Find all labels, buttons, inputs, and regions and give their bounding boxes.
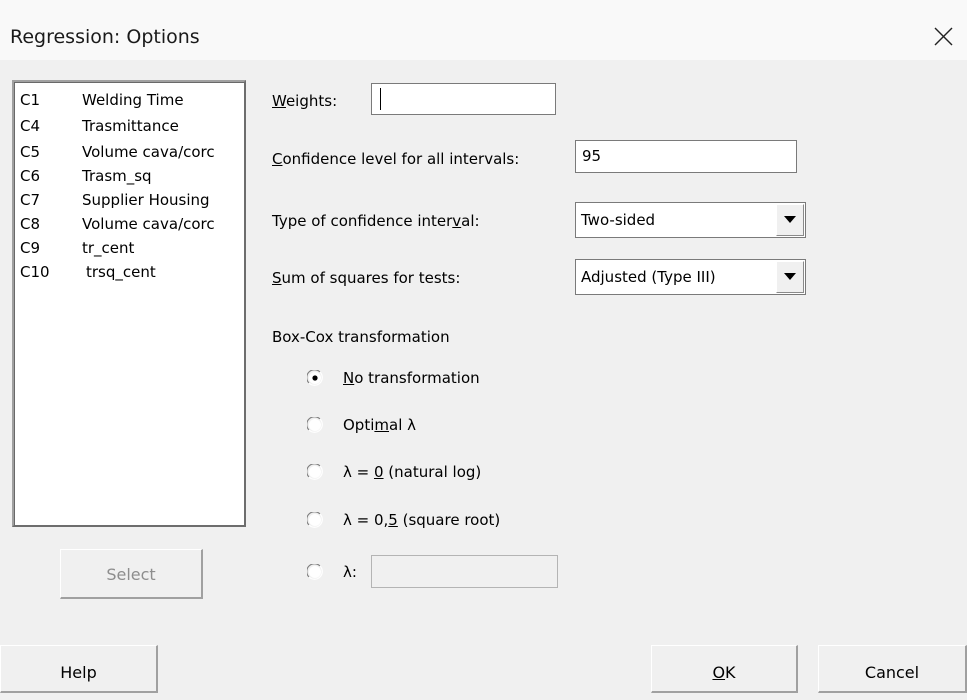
list-item[interactable]: C6 Trasm_sq (20, 166, 152, 186)
radio-unselected-icon (307, 512, 323, 528)
interval-type-label: Type of confidence interval: (272, 212, 480, 230)
list-item[interactable]: C10 trsq_cent (20, 262, 156, 282)
variable-name: Supplier Housing (82, 191, 210, 209)
radio-label: λ: (343, 563, 357, 581)
radio-unselected-icon (307, 464, 323, 480)
variable-column-id: C6 (20, 167, 41, 185)
radio-unselected-icon (307, 564, 323, 580)
variable-column-id: C5 (20, 143, 41, 161)
boxcox-heading: Box-Cox transformation (272, 328, 450, 346)
radio-unselected-icon (307, 417, 323, 433)
list-item[interactable]: C7 Supplier Housing (20, 190, 210, 210)
list-item[interactable]: C8 Volume cava/corc (20, 214, 215, 234)
variable-name: Volume cava/corc (82, 143, 215, 161)
lambda-value-input[interactable] (371, 555, 558, 588)
radio-label: No transformation (343, 369, 480, 387)
variable-name: Trasmittance (82, 117, 179, 135)
radio-label: λ = 0 (natural log) (343, 463, 482, 481)
chevron-down-icon (784, 273, 796, 280)
close-icon (934, 27, 953, 46)
confidence-level-label: Confidence level for all intervals: (272, 150, 520, 168)
confidence-level-input[interactable]: 95 (575, 140, 797, 173)
text-caret (380, 88, 381, 110)
cancel-button[interactable]: Cancel (818, 645, 967, 693)
radio-label: λ = 0,5 (square root) (343, 511, 501, 529)
weights-input[interactable] (371, 83, 556, 115)
list-item[interactable]: C1 Welding Time (20, 90, 184, 110)
sum-of-squares-select[interactable]: Adjusted (Type III) (575, 259, 806, 295)
dialog-title: Regression: Options (10, 26, 200, 48)
variable-column-id: C7 (20, 191, 41, 209)
interval-type-select[interactable]: Two-sided (575, 202, 806, 238)
chevron-down-icon (784, 216, 796, 223)
list-item[interactable]: C9 tr_cent (20, 238, 134, 258)
interval-type-value: Two-sided (581, 211, 656, 229)
title-bar: Regression: Options (0, 0, 967, 60)
variable-column-id: C1 (20, 91, 41, 109)
variable-name: Volume cava/corc (82, 215, 215, 233)
close-button[interactable] (926, 18, 962, 54)
sum-of-squares-value: Adjusted (Type III) (581, 268, 716, 286)
variable-column-id: C9 (20, 239, 41, 257)
weights-label: Weights: (272, 92, 338, 110)
list-item[interactable]: C4 Trasmittance (20, 116, 179, 136)
dropdown-button[interactable] (776, 261, 804, 293)
variable-name: trsq_cent (86, 263, 156, 281)
list-item[interactable]: C5 Volume cava/corc (20, 142, 215, 162)
radio-label: Optimal λ (343, 416, 417, 434)
variable-name: Welding Time (82, 91, 184, 109)
dropdown-button[interactable] (776, 204, 804, 236)
help-button[interactable]: Help (0, 645, 158, 693)
radio-selected-icon (307, 370, 323, 386)
variable-name: tr_cent (82, 239, 135, 257)
select-button[interactable]: Select (60, 549, 203, 599)
regression-options-dialog: Regression: Options C1 Welding Time C4 Tra… (0, 0, 967, 693)
variable-column-id: C8 (20, 215, 41, 233)
variable-column-id: C4 (20, 117, 41, 135)
sum-of-squares-label: Sum of squares for tests: (272, 269, 461, 287)
variable-name: Trasm_sq (82, 167, 152, 185)
variable-column-id: C10 (20, 263, 50, 281)
variable-list[interactable]: C1 Welding Time C4 Trasmittance C5 Volume c… (12, 80, 246, 527)
ok-button[interactable]: OK (651, 645, 798, 693)
